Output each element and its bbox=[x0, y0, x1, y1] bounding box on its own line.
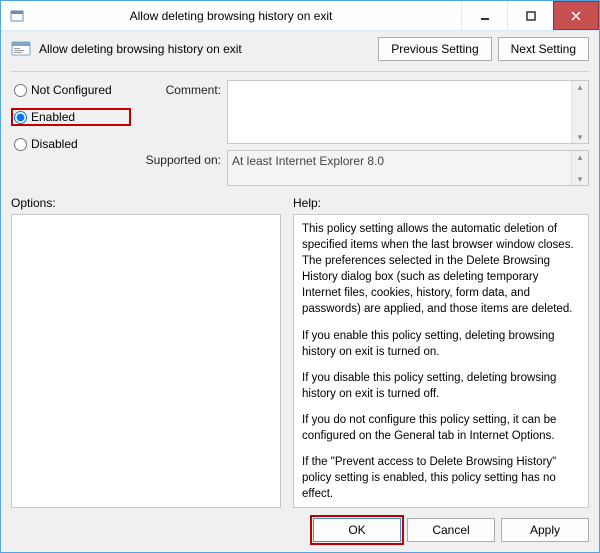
config-row: Not Configured Enabled Disabled Comment:… bbox=[11, 80, 589, 186]
radio-disabled[interactable]: Disabled bbox=[11, 136, 131, 152]
scrollbar[interactable]: ▴▾ bbox=[571, 151, 588, 185]
help-label: Help: bbox=[293, 196, 589, 210]
options-label: Options: bbox=[11, 196, 281, 210]
page-title: Allow deleting browsing history on exit bbox=[39, 42, 242, 56]
header-row: Allow deleting browsing history on exit … bbox=[11, 37, 589, 61]
options-column: Options: bbox=[11, 196, 281, 508]
supported-label: Supported on: bbox=[137, 150, 221, 167]
footer: OK Cancel Apply bbox=[11, 508, 589, 542]
ok-button[interactable]: OK bbox=[313, 518, 401, 542]
radio-enabled[interactable]: Enabled bbox=[11, 108, 131, 126]
radio-enabled-input[interactable] bbox=[14, 111, 27, 124]
comment-field[interactable] bbox=[228, 81, 571, 143]
supported-row: Supported on: ▴▾ bbox=[137, 150, 589, 186]
help-p1: This policy setting allows the automatic… bbox=[302, 221, 580, 318]
apply-button[interactable]: Apply bbox=[501, 518, 589, 542]
supported-field-wrap: ▴▾ bbox=[227, 150, 589, 186]
divider bbox=[11, 71, 589, 72]
help-p2: If you enable this policy setting, delet… bbox=[302, 328, 580, 360]
scrollbar[interactable]: ▴▾ bbox=[571, 81, 588, 143]
help-p4: If you do not configure this policy sett… bbox=[302, 412, 580, 444]
comment-row: Comment: ▴▾ bbox=[137, 80, 589, 144]
titlebar: Allow deleting browsing history on exit bbox=[1, 1, 599, 31]
help-column: Help: This policy setting allows the aut… bbox=[293, 196, 589, 508]
radio-enabled-label: Enabled bbox=[31, 110, 75, 124]
close-button[interactable] bbox=[553, 1, 599, 30]
next-setting-button[interactable]: Next Setting bbox=[498, 37, 589, 61]
previous-setting-button[interactable]: Previous Setting bbox=[378, 37, 491, 61]
comment-label: Comment: bbox=[137, 80, 221, 97]
options-panel bbox=[11, 214, 281, 508]
help-panel: This policy setting allows the automatic… bbox=[293, 214, 589, 508]
lower-row: Options: Help: This policy setting allow… bbox=[11, 196, 589, 508]
fields: Comment: ▴▾ Supported on: ▴▾ bbox=[137, 80, 589, 186]
policy-icon bbox=[11, 40, 31, 58]
minimize-button[interactable] bbox=[461, 1, 507, 30]
supported-field bbox=[228, 151, 571, 185]
nav-buttons: Previous Setting Next Setting bbox=[378, 37, 589, 61]
comment-field-wrap: ▴▾ bbox=[227, 80, 589, 144]
help-p5: If the "Prevent access to Delete Browsin… bbox=[302, 454, 580, 502]
radio-disabled-input[interactable] bbox=[14, 138, 27, 151]
window-controls bbox=[461, 1, 599, 30]
dialog-window: Allow deleting browsing history on exit bbox=[0, 0, 600, 553]
help-p3: If you disable this policy setting, dele… bbox=[302, 370, 580, 402]
state-radios: Not Configured Enabled Disabled bbox=[11, 80, 131, 186]
cancel-button[interactable]: Cancel bbox=[407, 518, 495, 542]
radio-not-configured-label: Not Configured bbox=[31, 83, 112, 97]
radio-not-configured[interactable]: Not Configured bbox=[11, 82, 131, 98]
help-text[interactable]: This policy setting allows the automatic… bbox=[294, 215, 588, 507]
maximize-button[interactable] bbox=[507, 1, 553, 30]
radio-not-configured-input[interactable] bbox=[14, 84, 27, 97]
window-title: Allow deleting browsing history on exit bbox=[1, 9, 461, 23]
dialog-body: Allow deleting browsing history on exit … bbox=[1, 31, 599, 552]
radio-disabled-label: Disabled bbox=[31, 137, 78, 151]
